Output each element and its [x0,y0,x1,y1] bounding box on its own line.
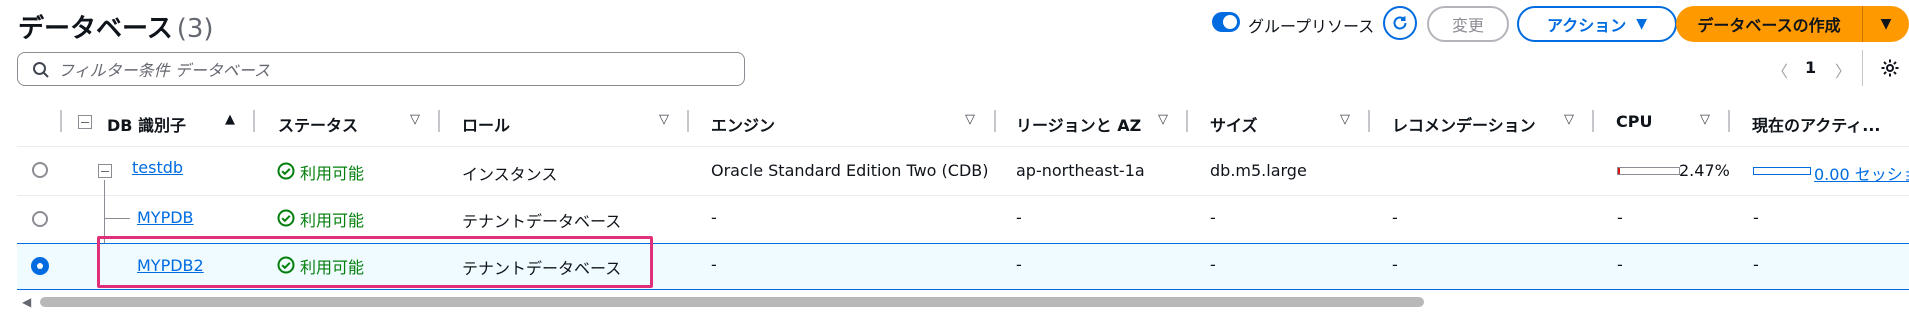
check-circle-icon [277,162,295,180]
cpu-usage-fill [1618,168,1620,174]
row-divider [17,195,1909,196]
search-icon [33,62,49,78]
size-text: - [1210,208,1216,227]
filter-placeholder: フィルター条件 データベース [58,61,270,80]
highlight-box [97,236,653,288]
engine-text: Oracle Standard Edition Two (CDB) [711,161,989,180]
status-text: 利用可能 [300,211,365,230]
gear-icon[interactable] [1880,58,1900,78]
activity-text: - [1753,255,1759,274]
row-select-radio-selected[interactable] [31,257,49,275]
column-divider [60,110,62,132]
sort-icon[interactable]: ▽ [1564,112,1574,127]
sort-icon[interactable]: ▽ [410,112,420,127]
column-header-size[interactable]: サイズ [1210,112,1258,136]
modify-button[interactable]: 変更 [1427,6,1509,42]
db-identifier-link[interactable]: testdb [132,158,183,177]
toggle-knob [1223,15,1237,29]
db-identifier-link[interactable]: MYPDB [137,208,194,227]
collapse-all-icon[interactable] [78,115,92,129]
group-resources-toggle[interactable] [1212,12,1240,32]
previous-page-button[interactable]: 〈 [1772,58,1788,82]
collapse-row-icon[interactable] [98,164,112,178]
caret-down-icon: ▼ [1880,16,1892,32]
region-text: - [1016,208,1022,227]
column-header-db-identifier[interactable]: DB 識別子 [107,112,186,136]
sort-icon[interactable]: ▽ [659,112,669,127]
role-text: テナントデータベース [462,212,622,231]
cpu-text: 2.47% [1679,161,1730,180]
column-header-cpu[interactable]: CPU [1616,112,1652,131]
cpu-usage-bar [1617,167,1680,175]
status-text: 利用可能 [300,164,365,183]
row-select-radio[interactable] [32,162,48,178]
page-title: データベース (3) [18,8,214,45]
filter-input[interactable]: フィルター条件 データベース [17,52,745,86]
actions-button[interactable]: アクション ▼ [1517,6,1677,42]
sort-icon[interactable]: ▽ [965,112,975,127]
page-title-text: データベース [18,14,173,44]
check-circle-icon [277,209,295,227]
column-divider [1592,110,1594,132]
recommendation-text: - [1392,255,1398,274]
session-link[interactable]: 0.00 セッション [1814,161,1909,185]
column-divider [438,110,440,132]
size-text: - [1210,255,1216,274]
region-text: - [1016,255,1022,274]
column-divider [687,110,689,132]
column-divider [1728,110,1730,132]
engine-text: - [711,255,717,274]
horizontal-scrollbar-thumb[interactable] [40,297,1424,307]
recommendation-text: - [1392,208,1398,227]
cpu-text: - [1617,208,1623,227]
sort-icon[interactable]: ▽ [1700,112,1710,127]
current-page-number[interactable]: 1 [1805,58,1816,77]
create-database-dropdown[interactable]: ▼ [1862,6,1909,42]
scroll-left-arrow[interactable]: ◀ [22,295,31,309]
sort-icon[interactable]: ▽ [1158,112,1168,127]
create-database-button[interactable]: データベースの作成 [1676,6,1862,42]
column-divider [1368,110,1370,132]
refresh-icon [1393,16,1407,30]
pagination-divider [1862,50,1863,86]
next-page-button[interactable]: 〉 [1835,58,1851,82]
role-text: インスタンス [462,165,558,184]
column-header-engine[interactable]: エンジン [711,112,775,136]
refresh-button[interactable] [1383,6,1417,40]
sort-ascending-icon[interactable]: ▲ [225,112,235,127]
group-resources-label: グループリソース [1248,17,1375,36]
database-count: (3) [176,14,214,44]
caret-down-icon: ▼ [1636,16,1647,32]
tree-line [104,218,130,219]
session-bar [1753,167,1811,175]
column-divider [253,110,255,132]
actions-button-label: アクション [1547,16,1627,35]
column-header-current-activity[interactable]: 現在のアクティ... [1752,112,1880,136]
column-header-recommendations[interactable]: レコメンデーション [1392,112,1536,136]
sort-icon[interactable]: ▽ [1340,112,1350,127]
column-header-status[interactable]: ステータス [278,112,358,136]
column-header-role[interactable]: ロール [462,112,510,136]
row-select-radio[interactable] [32,211,48,227]
cpu-text: - [1617,255,1623,274]
header-divider [17,146,1909,147]
engine-text: - [711,208,717,227]
region-text: ap-northeast-1a [1016,161,1145,180]
column-divider [994,110,996,132]
size-text: db.m5.large [1210,161,1307,180]
activity-text: - [1753,208,1759,227]
column-header-region-az[interactable]: リージョンと AZ [1016,112,1141,136]
column-divider [1186,110,1188,132]
